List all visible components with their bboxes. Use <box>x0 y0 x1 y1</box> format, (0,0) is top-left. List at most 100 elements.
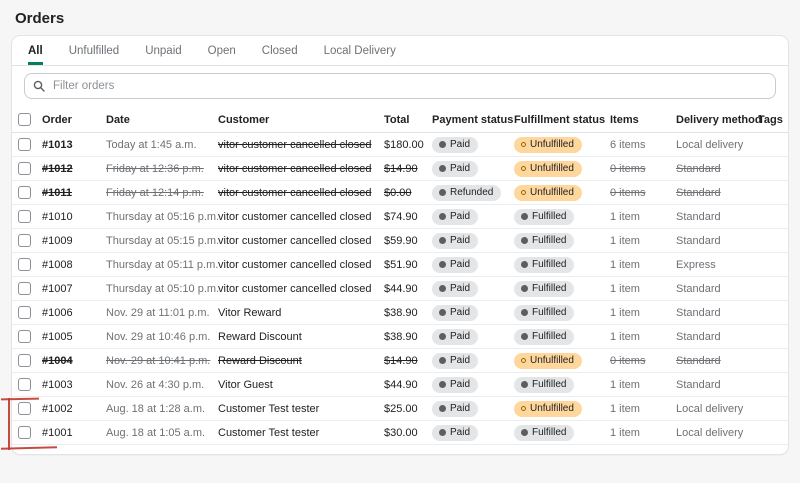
row-checkbox-cell <box>18 210 42 223</box>
incomplete-status-dot-icon <box>521 190 526 195</box>
row-checkbox[interactable] <box>18 138 31 151</box>
order-number[interactable]: #1003 <box>42 379 106 391</box>
order-total: $51.90 <box>384 259 432 271</box>
tab-unpaid[interactable]: Unpaid <box>145 36 181 65</box>
order-number[interactable]: #1007 <box>42 283 106 295</box>
tab-all[interactable]: All <box>28 36 43 65</box>
row-checkbox[interactable] <box>18 330 31 343</box>
table-row[interactable]: #1011Friday at 12:14 p.m.vitor customer … <box>12 181 788 205</box>
customer-name: Customer Test tester <box>218 403 384 415</box>
row-checkbox-cell <box>18 162 42 175</box>
order-total: $74.90 <box>384 211 432 223</box>
complete-status-dot-icon <box>439 261 446 268</box>
badge-label: Paid <box>450 258 470 271</box>
complete-status-dot-icon <box>439 189 446 196</box>
payment-status-badge: Paid <box>432 137 478 153</box>
delivery-method: Standard <box>676 283 758 295</box>
tab-closed[interactable]: Closed <box>262 36 298 65</box>
select-all-checkbox[interactable] <box>18 113 31 126</box>
complete-status-dot-icon <box>439 309 446 316</box>
order-number[interactable]: #1010 <box>42 211 106 223</box>
tab-unfulfilled[interactable]: Unfulfilled <box>69 36 120 65</box>
filter-orders-input[interactable] <box>51 79 767 93</box>
row-checkbox[interactable] <box>18 426 31 439</box>
row-checkbox[interactable] <box>18 234 31 247</box>
row-checkbox[interactable] <box>18 210 31 223</box>
customer-name: vitor customer cancelled closed <box>218 187 384 199</box>
fulfillment-status-badge: Fulfilled <box>514 377 574 393</box>
row-checkbox[interactable] <box>18 354 31 367</box>
table-row[interactable]: #1005Nov. 29 at 10:46 p.m.Reward Discoun… <box>12 325 788 349</box>
page-title: Orders <box>0 0 800 36</box>
delivery-method: Local delivery <box>676 427 758 439</box>
order-number[interactable]: #1011 <box>42 187 106 199</box>
badge-label: Fulfilled <box>532 306 566 319</box>
table-row[interactable]: #1008Thursday at 05:11 p.m.vitor custome… <box>12 253 788 277</box>
payment-status-badge: Paid <box>432 281 478 297</box>
order-number[interactable]: #1013 <box>42 139 106 151</box>
delivery-method: Standard <box>676 235 758 247</box>
row-checkbox[interactable] <box>18 258 31 271</box>
complete-status-dot-icon <box>439 237 446 244</box>
table-row[interactable]: #1009Thursday at 05:15 p.m.vitor custome… <box>12 229 788 253</box>
table-row[interactable]: #1006Nov. 29 at 11:01 p.m.Vitor Reward$3… <box>12 301 788 325</box>
order-number[interactable]: #1006 <box>42 307 106 319</box>
delivery-method: Local delivery <box>676 139 758 151</box>
badge-label: Fulfilled <box>532 330 566 343</box>
complete-status-dot-icon <box>521 333 528 340</box>
row-checkbox[interactable] <box>18 378 31 391</box>
order-date: Nov. 29 at 10:41 p.m. <box>106 355 218 367</box>
order-date: Thursday at 05:10 p.m. <box>106 283 218 295</box>
fulfillment-status-badge: Unfulfilled <box>514 137 582 153</box>
badge-label: Unfulfilled <box>530 402 574 415</box>
fulfillment-status-badge: Fulfilled <box>514 233 574 249</box>
table-row[interactable]: #1013Today at 1:45 a.m.vitor customer ca… <box>12 133 788 157</box>
fulfillment-status-cell: Fulfilled <box>514 305 610 321</box>
row-checkbox[interactable] <box>18 402 31 415</box>
fulfillment-status-badge: Unfulfilled <box>514 185 582 201</box>
delivery-method: Standard <box>676 187 758 199</box>
column-header-customer: Customer <box>218 114 384 126</box>
complete-status-dot-icon <box>439 165 446 172</box>
filter-orders-box[interactable] <box>24 73 776 99</box>
table-row[interactable]: #1003Nov. 26 at 4:30 p.m.Vitor Guest$44.… <box>12 373 788 397</box>
items-count: 1 item <box>610 283 676 295</box>
customer-name: Vitor Reward <box>218 307 384 319</box>
row-checkbox[interactable] <box>18 162 31 175</box>
payment-status-badge: Paid <box>432 233 478 249</box>
order-number[interactable]: #1002 <box>42 403 106 415</box>
order-number[interactable]: #1008 <box>42 259 106 271</box>
complete-status-dot-icon <box>439 213 446 220</box>
badge-label: Unfulfilled <box>530 186 574 199</box>
delivery-method: Standard <box>676 307 758 319</box>
order-number[interactable]: #1012 <box>42 163 106 175</box>
table-row[interactable]: #1007Thursday at 05:10 p.m.vitor custome… <box>12 277 788 301</box>
order-number[interactable]: #1001 <box>42 427 106 439</box>
table-row[interactable]: #1004Nov. 29 at 10:41 p.m.Reward Discoun… <box>12 349 788 373</box>
tab-open[interactable]: Open <box>208 36 236 65</box>
table-row[interactable]: #1001Aug. 18 at 1:05 a.m.Customer Test t… <box>12 421 788 445</box>
row-checkbox[interactable] <box>18 186 31 199</box>
badge-label: Paid <box>450 330 470 343</box>
order-total: $25.00 <box>384 403 432 415</box>
order-number[interactable]: #1005 <box>42 331 106 343</box>
items-count: 1 item <box>610 379 676 391</box>
payment-status-badge: Paid <box>432 305 478 321</box>
table-row[interactable]: #1010Thursday at 05:16 p.m.vitor custome… <box>12 205 788 229</box>
table-row[interactable]: #1012Friday at 12:36 p.m.vitor customer … <box>12 157 788 181</box>
payment-status-cell: Paid <box>432 305 514 321</box>
items-count: 1 item <box>610 307 676 319</box>
row-checkbox[interactable] <box>18 306 31 319</box>
order-number[interactable]: #1009 <box>42 235 106 247</box>
order-date: Thursday at 05:16 p.m. <box>106 211 218 223</box>
order-number[interactable]: #1004 <box>42 355 106 367</box>
order-date: Thursday at 05:15 p.m. <box>106 235 218 247</box>
fulfillment-status-cell: Fulfilled <box>514 209 610 225</box>
row-checkbox-cell <box>18 138 42 151</box>
table-row[interactable]: #1002Aug. 18 at 1:28 a.m.Customer Test t… <box>12 397 788 421</box>
payment-status-badge: Paid <box>432 425 478 441</box>
badge-label: Fulfilled <box>532 426 566 439</box>
row-checkbox[interactable] <box>18 282 31 295</box>
badge-label: Fulfilled <box>532 210 566 223</box>
tab-local-delivery[interactable]: Local Delivery <box>324 36 396 65</box>
